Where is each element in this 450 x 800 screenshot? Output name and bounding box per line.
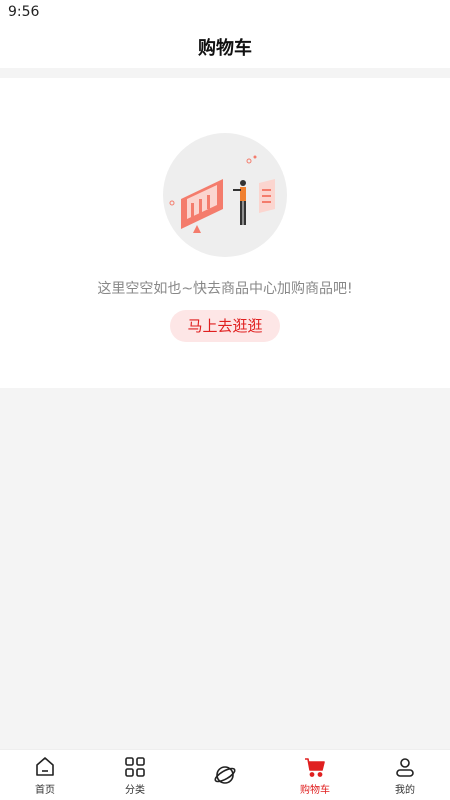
status-bar: 9:56 [0,0,450,24]
bottom-tabbar: 首页 分类 购物车 我的 [0,749,450,800]
cart-icon [305,757,325,777]
tab-category-label: 分类 [125,784,145,796]
tab-home[interactable]: 首页 [0,750,90,800]
empty-cart-panel: 这里空空如也~快去商品中心加购商品吧! 马上去逛逛 [0,78,450,388]
tab-category[interactable]: 分类 [90,750,180,800]
planet-icon [214,766,236,784]
go-shopping-button[interactable]: 马上去逛逛 [170,310,280,342]
grid-icon [125,756,145,777]
tab-profile-label: 我的 [395,784,415,796]
user-icon [396,757,414,777]
tab-profile[interactable]: 我的 [360,750,450,800]
tab-cart[interactable]: 购物车 [270,750,360,800]
tab-cart-label: 购物车 [300,784,330,796]
empty-cart-illustration [163,133,287,257]
empty-cart-message: 这里空空如也~快去商品中心加购商品吧! [97,281,353,297]
tab-discover[interactable] [180,750,270,800]
status-time: 9:56 [8,4,40,20]
tab-home-label: 首页 [35,784,55,796]
home-icon [36,756,54,776]
page-title: 购物车 [198,38,252,59]
page-header: 购物车 [0,24,450,68]
